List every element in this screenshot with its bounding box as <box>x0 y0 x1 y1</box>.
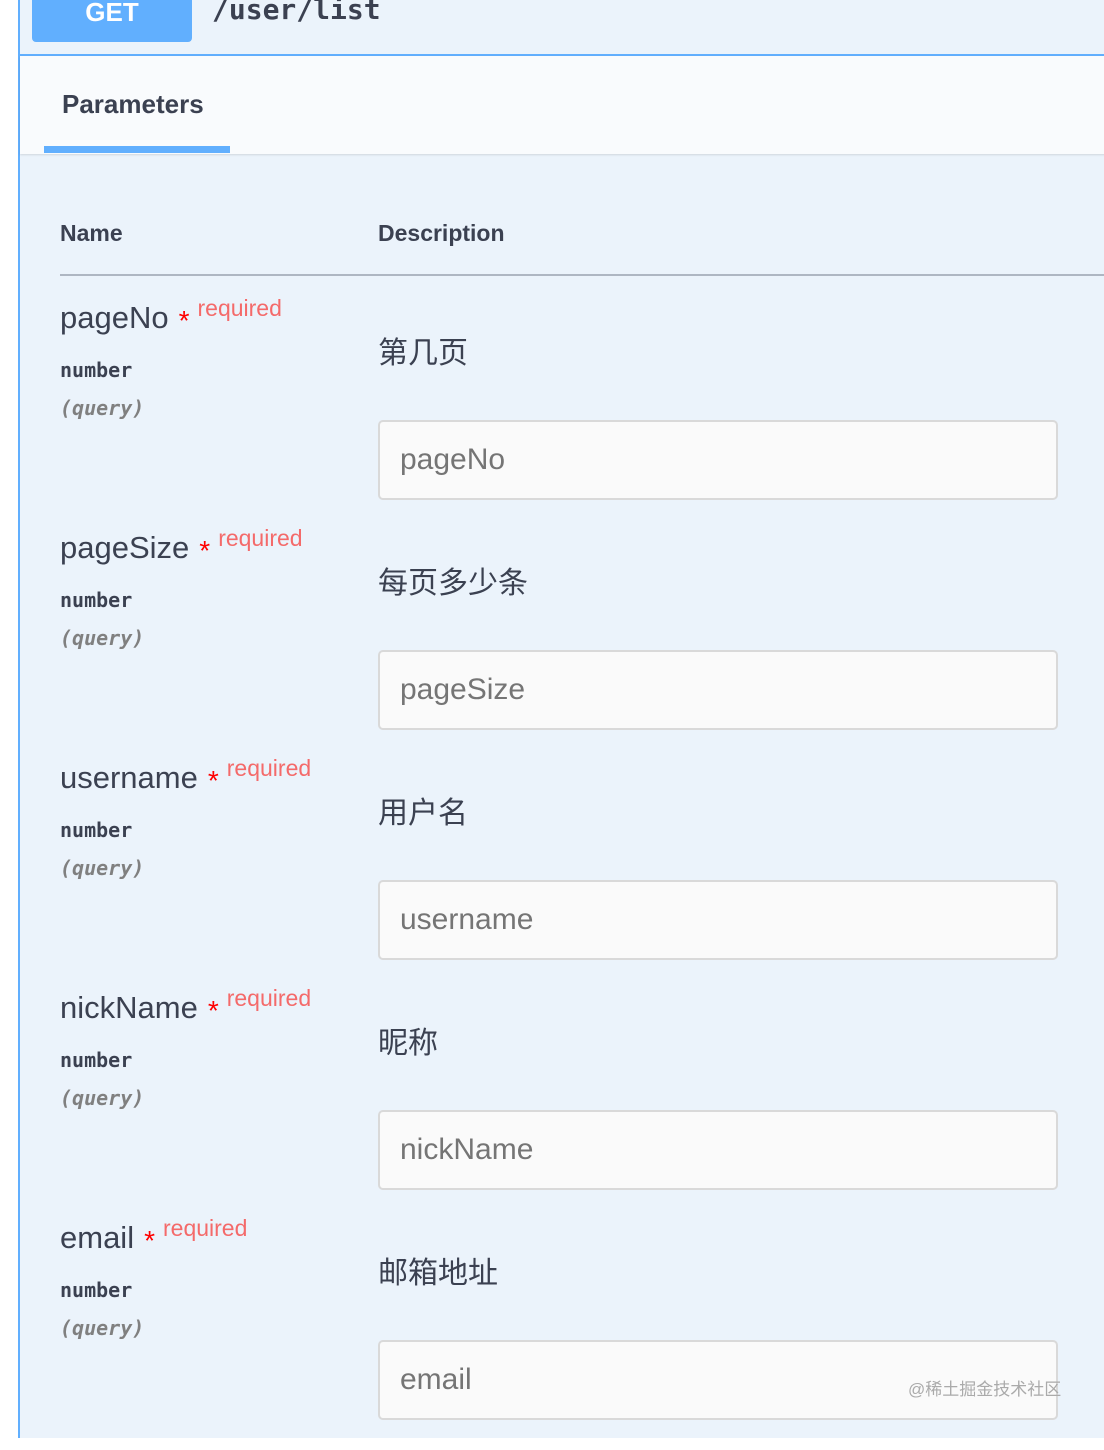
parameter-row: email * required number (query) 邮箱地址 <box>20 1215 1104 1450</box>
parameter-location: (query) <box>60 626 145 650</box>
parameter-description: 用户名 <box>378 797 468 830</box>
parameter-row: pageNo * required number (query) 第几页 <box>20 295 1104 530</box>
parameter-input-pageNo[interactable] <box>378 420 1058 500</box>
required-star: * <box>199 535 211 566</box>
header-divider <box>60 274 1104 276</box>
parameter-name: pageNo * required <box>60 295 282 336</box>
required-label: required <box>197 295 282 321</box>
parameter-location: (query) <box>60 1086 145 1110</box>
watermark: @稀土掘金技术社区 <box>908 1380 1062 1399</box>
required-star: * <box>178 305 190 336</box>
parameter-name: nickName * required <box>60 985 311 1026</box>
column-header-name: Name <box>60 220 123 246</box>
parameter-type: number <box>60 818 133 842</box>
parameter-location: (query) <box>60 396 145 420</box>
required-label: required <box>226 755 312 781</box>
parameter-name: email * required <box>60 1215 247 1256</box>
tab-parameters[interactable]: Parameters <box>44 56 230 153</box>
parameter-description: 昵称 <box>378 1027 438 1060</box>
parameter-location: (query) <box>60 1316 145 1340</box>
parameter-type: number <box>60 588 133 612</box>
required-label: required <box>163 1215 248 1241</box>
opblock-get: GET /user/list Parameters Name Descripti… <box>18 0 1104 1438</box>
tab-parameters-label: Parameters <box>62 89 204 119</box>
parameter-name-text: pageSize <box>60 530 190 565</box>
column-header-description: Description <box>378 220 505 246</box>
parameter-type: number <box>60 1278 133 1302</box>
required-star: * <box>207 765 219 796</box>
parameter-input-nickName[interactable] <box>378 1110 1058 1190</box>
required-star: * <box>207 995 219 1026</box>
parameter-name: pageSize * required <box>60 525 303 566</box>
parameter-row: pageSize * required number (query) 每页多少条 <box>20 525 1104 760</box>
opblock-summary[interactable]: GET /user/list <box>20 0 1104 56</box>
tab-active-indicator <box>44 146 230 153</box>
parameter-description: 每页多少条 <box>378 567 528 600</box>
parameter-name-text: pageNo <box>60 300 169 335</box>
endpoint-path: /user/list <box>212 0 381 26</box>
parameter-description: 第几页 <box>378 337 468 370</box>
parameter-type: number <box>60 1048 133 1072</box>
required-star: * <box>144 1225 155 1256</box>
tab-bar: Parameters <box>20 56 1104 154</box>
parameter-input-username[interactable] <box>378 880 1058 960</box>
required-label: required <box>218 525 303 551</box>
parameter-location: (query) <box>60 856 145 880</box>
parameter-row: nickName * required number (query) 昵称 <box>20 985 1104 1220</box>
required-label: required <box>226 985 312 1011</box>
parameter-type: number <box>60 358 133 382</box>
parameter-name-text: email <box>60 1220 135 1255</box>
parameter-description: 邮箱地址 <box>378 1257 498 1290</box>
parameter-row: username * required number (query) 用户名 <box>20 755 1104 990</box>
parameter-name-text: nickName <box>60 990 198 1025</box>
parameter-name: username * required <box>60 755 311 796</box>
http-method-badge: GET <box>32 0 192 42</box>
parameter-input-pageSize[interactable] <box>378 650 1058 730</box>
parameter-name-text: username <box>60 760 198 795</box>
